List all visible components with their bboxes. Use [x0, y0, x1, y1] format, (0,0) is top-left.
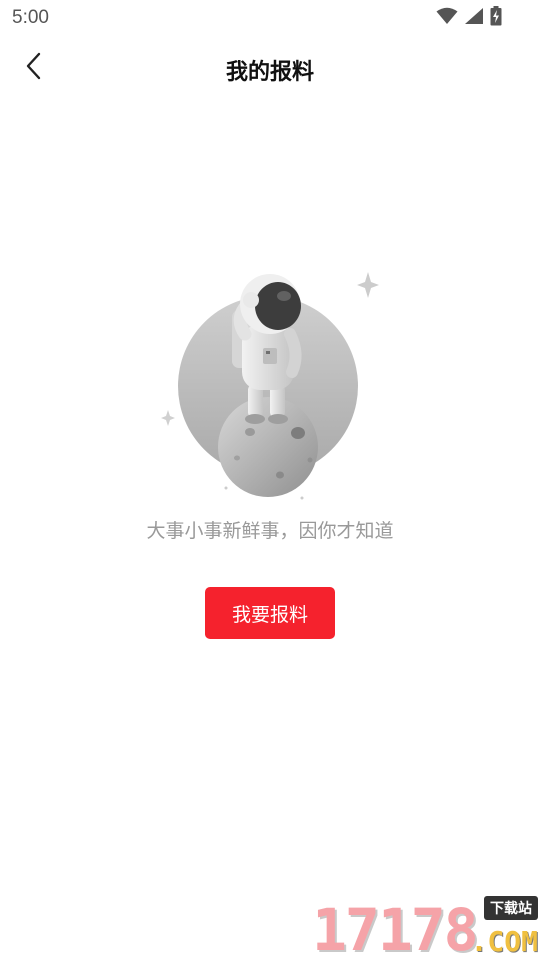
cellular-signal-icon [464, 7, 484, 29]
submit-report-button[interactable]: 我要报料 [205, 587, 335, 639]
status-icons [436, 6, 502, 30]
page-title: 我的报料 [225, 60, 314, 85]
wifi-icon [436, 7, 458, 29]
status-bar: 5:00 [0, 0, 540, 36]
empty-state-message: 大事小事新鲜事，因你才知道 [146, 520, 394, 542]
status-time: 5:00 [12, 7, 49, 28]
battery-charging-icon [490, 6, 502, 30]
watermark-domain: .COM [470, 925, 538, 958]
watermark-digits: 17178 [312, 896, 479, 960]
site-watermark: 17178 下载站 .COM [312, 896, 538, 960]
astronaut-illustration [150, 262, 390, 507]
watermark-badge: 下载站 [484, 896, 538, 920]
screen: 5:00 我的报料 大事小事新鲜事，因你才知道 我要报料 17178 下载站 .… [0, 0, 540, 960]
app-bar: 我的报料 [0, 40, 540, 100]
